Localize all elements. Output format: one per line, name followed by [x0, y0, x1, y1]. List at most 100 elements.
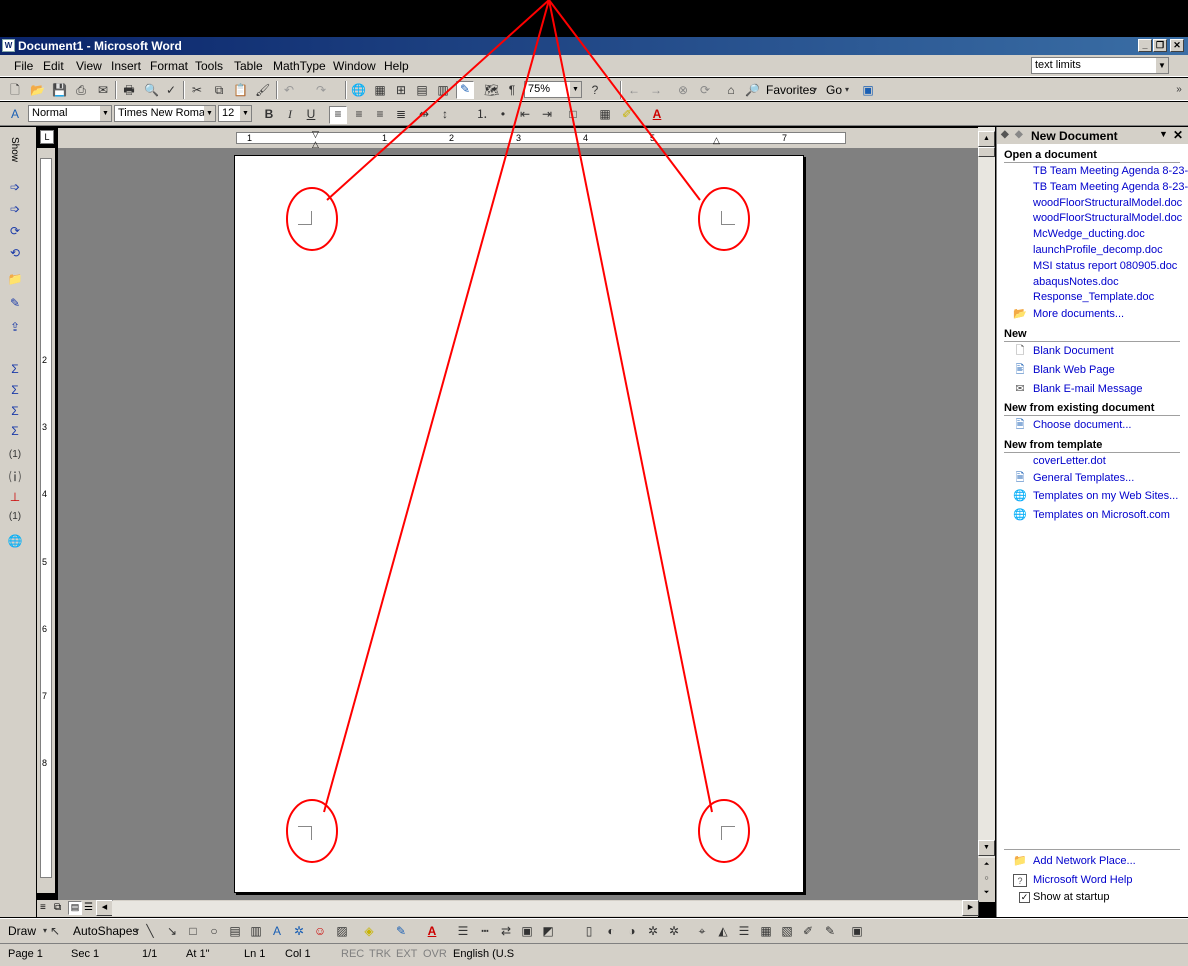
- draw-menu[interactable]: Draw: [8, 924, 36, 938]
- tab-selector[interactable]: L: [40, 130, 54, 144]
- sigma-icon[interactable]: Σ: [6, 382, 24, 398]
- document-page[interactable]: [234, 155, 804, 893]
- chevron-down-icon[interactable]: ▼: [240, 106, 251, 121]
- help-search-input[interactable]: text limits ▼: [1031, 57, 1169, 74]
- vertical-ruler[interactable]: 2 3 4 5 6 7 8: [37, 148, 55, 893]
- menu-view[interactable]: View: [76, 59, 102, 73]
- mathtype-icon[interactable]: ◑: [625, 924, 639, 938]
- chevron-down-icon[interactable]: ▼: [204, 106, 215, 121]
- general-templates-link[interactable]: General Templates...: [1033, 472, 1134, 484]
- open-folder-icon[interactable]: 📂: [30, 83, 45, 97]
- mathtype-icon[interactable]: ◭: [716, 924, 730, 938]
- scroll-thumb[interactable]: [978, 147, 995, 157]
- justify-icon[interactable]: ≣: [394, 107, 408, 121]
- print-icon[interactable]: 🖶: [122, 83, 136, 97]
- mathtype-icon[interactable]: ▣: [850, 924, 864, 938]
- status-language[interactable]: English (U.S: [453, 948, 514, 960]
- permission-icon[interactable]: ⎙: [74, 83, 88, 97]
- status-trk[interactable]: TRK: [369, 948, 391, 960]
- word-help-link[interactable]: Microsoft Word Help: [1033, 874, 1132, 886]
- line-color-icon[interactable]: ✎: [394, 924, 408, 938]
- export-icon[interactable]: ⇪: [6, 319, 24, 335]
- blank-web-page-link[interactable]: Blank Web Page: [1033, 364, 1115, 376]
- bold-icon[interactable]: B: [262, 107, 276, 121]
- diagram-icon[interactable]: ✲: [292, 924, 306, 938]
- horizontal-ruler[interactable]: 1 1 2 3 4 5 7 ▽ △ △: [58, 128, 978, 149]
- font-size-select[interactable]: 12 ▼: [218, 105, 252, 122]
- mathtype-icon[interactable]: ☰: [737, 924, 751, 938]
- line-icon[interactable]: ╲: [143, 924, 157, 938]
- clip-art-icon[interactable]: ☺: [313, 924, 327, 938]
- ruler-track[interactable]: 1 1 2 3 4 5 7: [236, 132, 846, 144]
- forward-arrow-icon[interactable]: ◆: [1015, 129, 1023, 140]
- recent-doc-link[interactable]: TB Team Meeting Agenda 8-23-20: [1033, 165, 1188, 177]
- horizontal-scrollbar[interactable]: ≡ ⧉ ▤ ☰ ◀ ▶: [37, 900, 979, 917]
- blank-email-link[interactable]: Blank E-mail Message: [1033, 383, 1142, 395]
- recent-doc-link[interactable]: MSI status report 080905.doc: [1033, 260, 1177, 272]
- scroll-up-icon[interactable]: ▲: [978, 131, 995, 147]
- equation-ref-icon[interactable]: ⒤: [6, 469, 24, 485]
- mathtype-icon[interactable]: ▧: [780, 924, 794, 938]
- numbering-icon[interactable]: ⒈: [475, 107, 489, 121]
- chevron-down-icon[interactable]: ▼: [570, 82, 581, 97]
- insert-table-icon[interactable]: ⊞: [394, 83, 408, 97]
- menu-help[interactable]: Help: [384, 59, 409, 73]
- borders-icon[interactable]: □: [566, 107, 580, 121]
- hyperlink-icon[interactable]: 🌐: [351, 83, 366, 97]
- shadow-icon[interactable]: ▣: [520, 924, 534, 938]
- vertical-ruler-track[interactable]: 2 3 4 5 6 7 8: [40, 158, 52, 878]
- recent-doc-link[interactable]: woodFloorStructuralModel.doc: [1033, 197, 1182, 209]
- status-ext[interactable]: EXT: [396, 948, 417, 960]
- choose-document-link[interactable]: Choose document...: [1033, 419, 1131, 431]
- fill-color-icon[interactable]: ◈: [362, 924, 376, 938]
- print-preview-icon[interactable]: 🔍: [144, 83, 159, 97]
- forward-icon[interactable]: →: [649, 83, 663, 97]
- close-button[interactable]: ✕: [1170, 39, 1184, 52]
- font-select[interactable]: Times New Roman ▼: [114, 105, 216, 122]
- add-network-place-link[interactable]: Add Network Place...: [1033, 855, 1136, 867]
- menu-insert[interactable]: Insert: [111, 59, 141, 73]
- scroll-down-icon[interactable]: ▼: [978, 840, 995, 856]
- decrease-indent-icon[interactable]: ⇤: [518, 107, 532, 121]
- microsoft-templates-link[interactable]: Templates on Microsoft.com: [1033, 509, 1170, 521]
- recent-doc-link[interactable]: launchProfile_decomp.doc: [1033, 244, 1163, 256]
- vertical-text-box-icon[interactable]: ▥: [249, 924, 263, 938]
- format-painter-icon[interactable]: 🖌: [255, 83, 270, 97]
- normal-view-icon[interactable]: ≡: [40, 902, 46, 913]
- autoshapes-menu[interactable]: AutoShapes: [73, 924, 138, 938]
- scroll-right-icon[interactable]: ▶: [962, 900, 979, 916]
- highlight-icon[interactable]: ✐: [620, 107, 634, 121]
- email-icon[interactable]: ✉: [96, 83, 110, 97]
- restore-button[interactable]: ❐: [1153, 39, 1167, 52]
- mathtype-icon[interactable]: ✲: [646, 924, 660, 938]
- dash-style-icon[interactable]: ┅: [478, 924, 492, 938]
- update-numbers-icon[interactable]: (1): [6, 509, 24, 525]
- chevron-down-icon[interactable]: ▼: [1156, 58, 1168, 73]
- right-indent-marker[interactable]: △: [713, 135, 720, 146]
- underline-icon[interactable]: U: [304, 107, 318, 121]
- help-icon[interactable]: ?: [588, 83, 602, 97]
- sigma-icon[interactable]: Σ: [6, 403, 24, 419]
- mathtype-web-icon[interactable]: 🌐: [6, 533, 24, 549]
- rectangle-icon[interactable]: □: [186, 924, 200, 938]
- menu-edit[interactable]: Edit: [43, 59, 64, 73]
- distributed-icon[interactable]: ⇹: [417, 107, 431, 121]
- menu-tools[interactable]: Tools: [195, 59, 223, 73]
- web-layout-view-icon[interactable]: ⧉: [54, 902, 61, 913]
- insert-break-icon[interactable]: ⊥: [6, 489, 24, 505]
- search-web-icon[interactable]: 🔎: [745, 83, 760, 97]
- equation-number-icon[interactable]: (1): [6, 447, 24, 463]
- arrow-icon[interactable]: ↘: [165, 924, 179, 938]
- columns-icon[interactable]: ▥: [436, 83, 450, 97]
- align-left-icon[interactable]: ≡: [329, 106, 347, 124]
- scroll-left-icon[interactable]: ◀: [96, 900, 113, 916]
- bullets-icon[interactable]: •: [496, 107, 510, 121]
- edit-icon[interactable]: ✎: [6, 295, 24, 311]
- minimize-button[interactable]: _: [1138, 39, 1152, 52]
- rotate-icon[interactable]: ⟳: [6, 223, 24, 239]
- recent-doc-link[interactable]: Response_Template.doc: [1033, 291, 1154, 303]
- chevron-down-icon[interactable]: ▾: [808, 83, 822, 97]
- folder-icon[interactable]: 📁: [6, 271, 24, 287]
- align-right-icon[interactable]: ≡: [373, 107, 387, 121]
- line-style-icon[interactable]: ☰: [456, 924, 470, 938]
